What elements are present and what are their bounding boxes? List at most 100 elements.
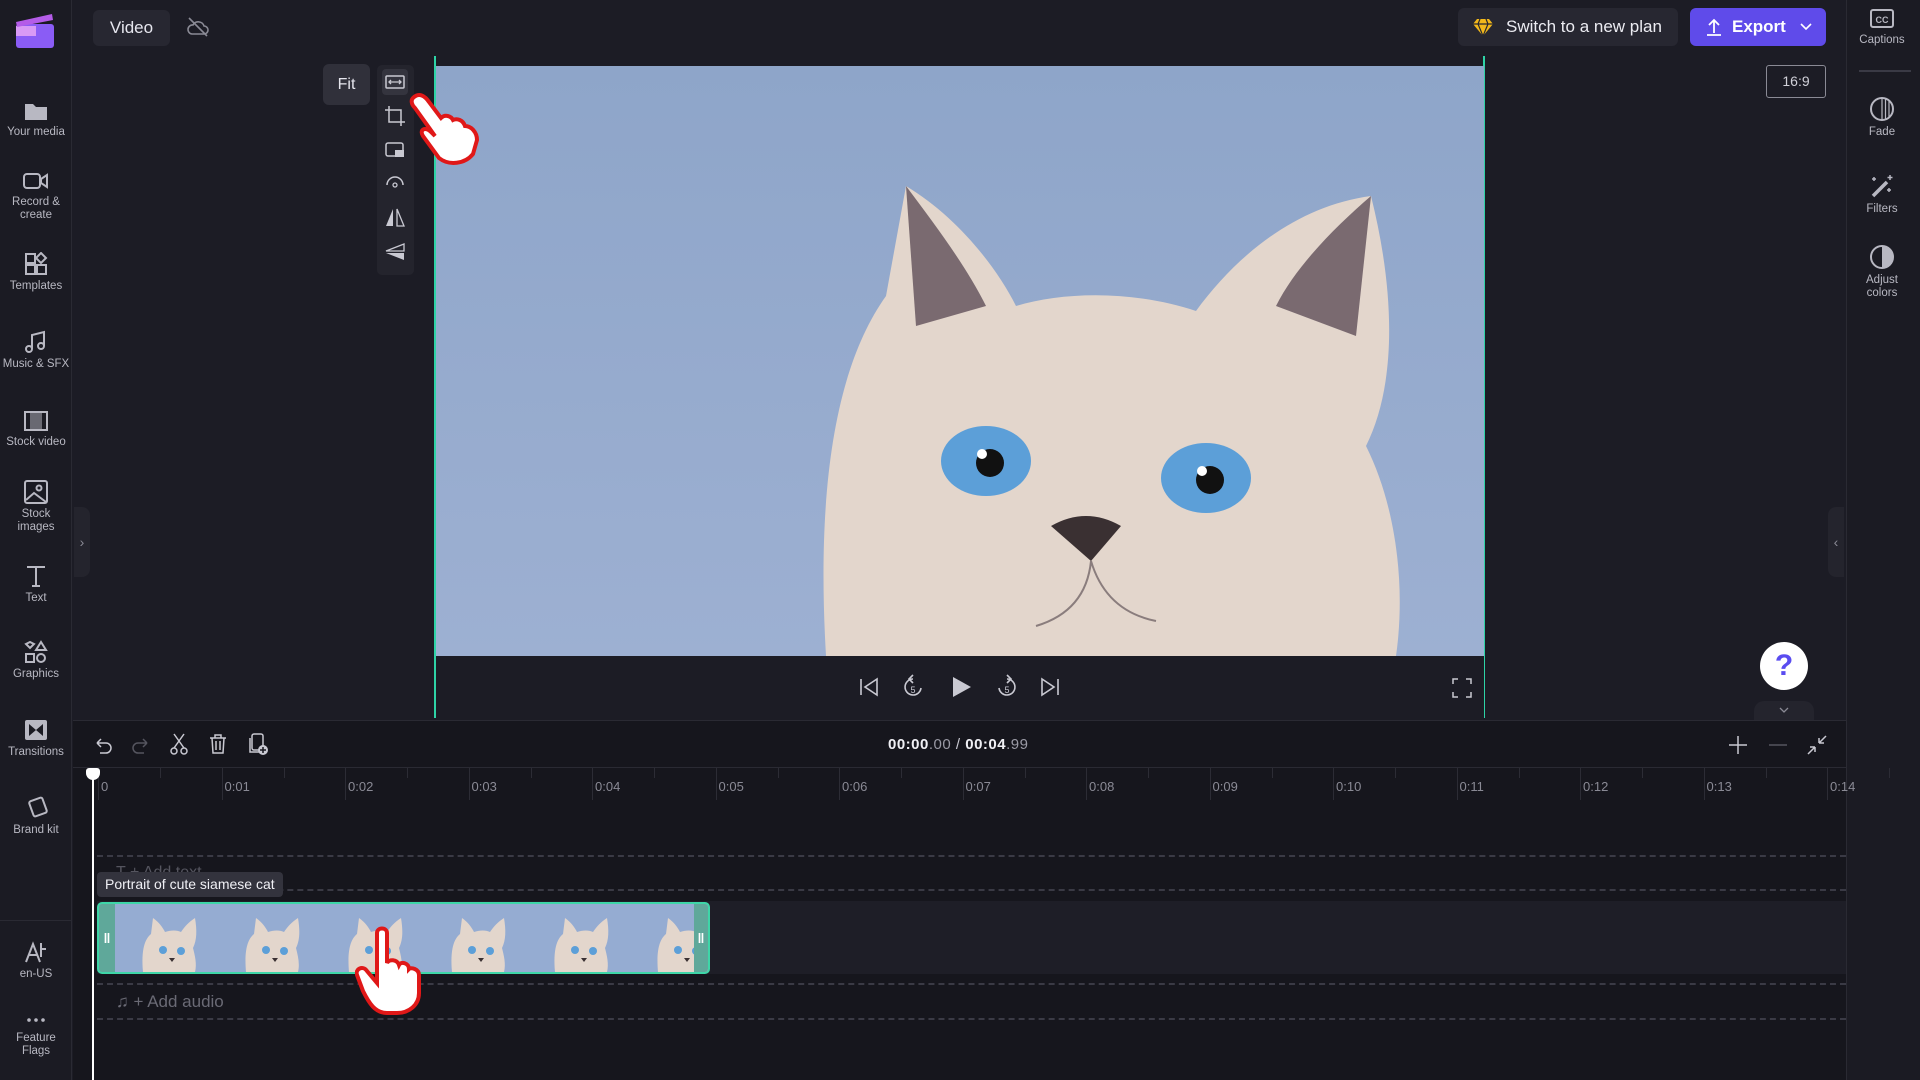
skip-back-icon[interactable] [859,677,879,697]
fade-icon [1870,97,1894,121]
left-sidebar [0,0,72,1080]
fit-tooltip: Fit [323,64,370,105]
split-icon[interactable] [169,733,189,755]
ruler-half-tick [1395,768,1396,778]
ruler-tick [1580,768,1581,800]
timecode: 00:00.00 / 00:04.99 [888,736,1029,753]
fit-timeline-icon[interactable] [1806,734,1828,756]
duplicate-icon[interactable] [247,733,269,757]
sidebar-item-feature-flags[interactable]: Feature Flags [0,1012,72,1058]
chevron-down-icon[interactable] [1800,23,1812,31]
clip-trim-handle-right[interactable]: ‖ [694,904,708,972]
sidebar-item-adjust-colors[interactable]: Adjust colors [1846,244,1918,300]
redo-icon[interactable] [131,734,151,754]
ruler-label: 0:12 [1583,779,1609,794]
ruler-half-tick [1271,768,1273,778]
ruler-tick [715,768,717,800]
collapse-help-tab[interactable] [1754,701,1814,720]
contrast-icon [1870,245,1894,269]
ruler-half-tick [1889,768,1890,778]
ruler-label: 0:08 [1089,779,1115,794]
sidebar-item-record-create[interactable]: Record & create [0,170,72,222]
camera-icon [23,173,48,189]
cat-image [823,186,1400,656]
clip-thumbnail [424,904,527,972]
add-audio-track[interactable]: ♫ + Add audio [116,992,224,1012]
flip-vertical-icon[interactable] [382,239,408,265]
ruler-tick [1703,768,1705,800]
ruler-tick [1827,768,1828,800]
switch-plan-button[interactable]: Switch to a new plan [1458,8,1678,46]
text-track-bottom [97,889,1846,891]
sidebar-item-language[interactable]: en-US [0,940,72,981]
ruler-label: 0:06 [842,779,868,794]
expand-left-panel[interactable]: › [74,507,90,577]
ruler-tick [839,768,840,800]
clip-thumbnail [115,904,218,972]
sidebar-item-graphics[interactable]: Graphics [0,640,72,681]
zoom-out-icon[interactable] [1768,735,1788,755]
sidebar-item-music-sfx[interactable]: Music & SFX [0,330,72,371]
ruler-half-tick [160,768,161,778]
sidebar-item-filters[interactable]: Filters [1846,173,1918,216]
cloud-off-icon [187,17,209,37]
ruler-half-tick [283,768,285,778]
ruler-label: 0:02 [348,779,374,794]
app-logo[interactable] [16,12,54,50]
ruler-half-tick [654,768,655,778]
zoom-in-icon[interactable] [1728,735,1748,755]
rotate-icon[interactable] [382,171,408,197]
undo-icon[interactable] [93,734,113,754]
ruler-label: 0:13 [1706,779,1732,794]
aspect-ratio-button[interactable]: 16:9 [1766,65,1826,98]
folder-icon [25,104,47,120]
forward-5-icon[interactable]: 5 [996,674,1018,700]
ruler-half-tick [1518,768,1520,778]
ruler-tick [592,768,593,800]
video-preview[interactable] [436,66,1484,656]
ruler-half-tick [1148,768,1149,778]
sidebar-item-templates[interactable]: Templates [0,252,72,293]
sidebar-item-fade[interactable]: Fade [1846,96,1918,139]
delete-icon[interactable] [208,733,228,755]
sidebar-item-your-media[interactable]: Your media [0,100,72,139]
clip-trim-handle-left[interactable]: ‖ [99,904,115,972]
ruler-tick [1086,768,1087,800]
sidebar-item-stock-video[interactable]: Stock video [0,410,72,449]
shapes-icon [24,640,48,663]
ruler-tick [221,768,223,800]
hand-cursor-icon [409,93,480,165]
rewind-5-icon[interactable]: 5 [902,674,924,700]
ruler-half-tick [1024,768,1026,778]
fullscreen-icon[interactable] [1452,678,1472,698]
sidebar-item-stock-images[interactable]: Stock images [0,480,72,534]
export-button[interactable]: Export [1690,8,1826,46]
sidebar-item-brand-kit[interactable]: Brand kit [0,796,72,837]
help-button[interactable]: ? [1760,642,1808,690]
chevron-down-icon [1779,707,1789,713]
expand-right-panel[interactable]: ‹ [1828,507,1844,577]
text-track-top [97,855,1846,857]
sidebar-item-captions[interactable]: CC Captions [1846,8,1918,47]
clip-thumbnail [527,904,630,972]
play-icon[interactable] [950,675,972,699]
svg-text:5: 5 [1004,685,1009,695]
ruler-label: 0:07 [965,779,991,794]
wand-icon [1871,175,1893,198]
playhead[interactable] [92,768,94,1080]
music-note-icon: ♫ [116,992,134,1011]
ruler-tick [1456,768,1458,800]
diamond-icon [1473,18,1493,37]
sidebar-item-text[interactable]: Text [0,564,72,605]
flip-horizontal-icon[interactable] [382,205,408,231]
ruler-tick [1209,768,1211,800]
ruler-tick [1333,768,1334,800]
sidebar-item-transitions[interactable]: Transitions [0,718,72,759]
skip-forward-icon[interactable] [1040,677,1060,697]
audio-track-bottom [97,1018,1846,1020]
ruler-label: 0:05 [718,779,744,794]
project-tab[interactable]: Video [93,10,170,46]
brand-icon [28,796,48,818]
svg-text:5: 5 [910,685,915,695]
ruler-tick [345,768,346,800]
